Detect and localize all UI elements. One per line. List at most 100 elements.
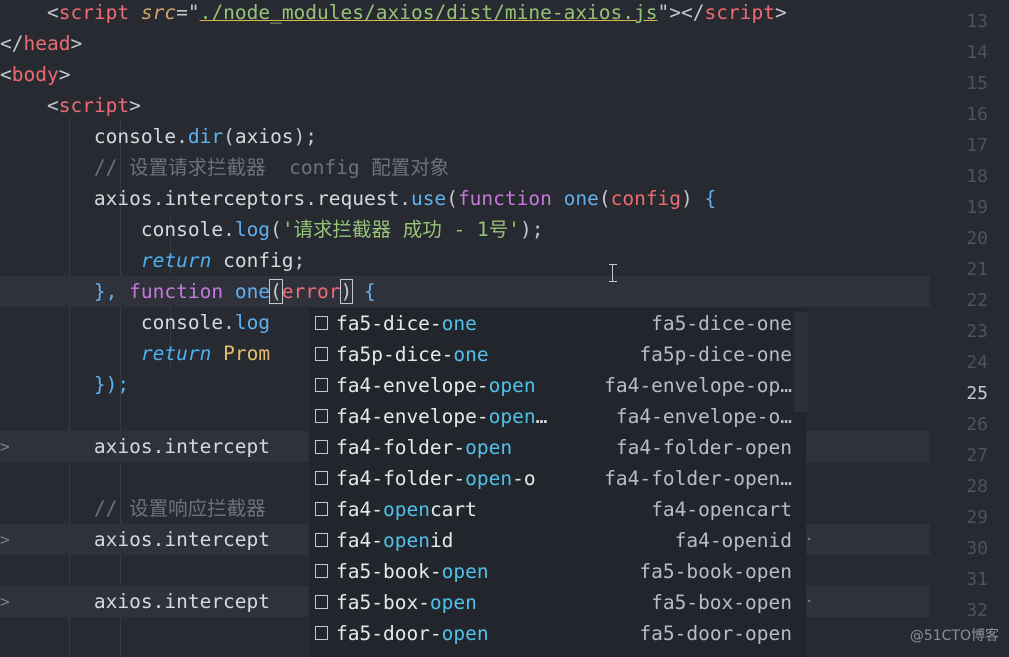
- line-number: 28: [966, 476, 988, 497]
- code-line-13[interactable]: <script src="./node_modules/axios/dist/m…: [0, 0, 930, 28]
- code-comment: // 设置请求拦截器 config 配置对象: [93, 156, 450, 179]
- identifier: axios: [93, 187, 153, 210]
- punctuation: );: [293, 125, 318, 148]
- fold-toggle-icon[interactable]: >: [0, 431, 12, 462]
- line-number: 14: [966, 42, 988, 63]
- line-number: 20: [966, 228, 988, 249]
- suggestion-item[interactable]: fa4-envelope-open fa4-envelope-op…: [309, 370, 806, 401]
- code-comment: // 设置响应拦截器: [93, 497, 266, 520]
- text-cursor-icon: [609, 264, 617, 282]
- suggestion-label: fa4-folder-open-o: [336, 463, 536, 494]
- suggestion-label: fa4-openid: [336, 525, 453, 556]
- suggestion-item[interactable]: fa4-openid fa4-openid ·: [309, 525, 813, 556]
- punctuation: .: [152, 187, 165, 210]
- line-number: 29: [966, 507, 988, 528]
- punctuation: >: [70, 32, 83, 55]
- suggestion-item[interactable]: fa4-folder-open fa4-folder-open: [309, 432, 806, 463]
- suggestion-item[interactable]: fa4-envelope-open… fa4-envelope-o…: [309, 401, 806, 432]
- code-line-20[interactable]: console.log('请求拦截器 成功 - 1号');: [0, 214, 930, 245]
- suggestion-label: fa5-book-open: [336, 556, 489, 587]
- label-suffix: cart: [429, 498, 477, 521]
- code-line-17[interactable]: console.dir(axios);: [0, 121, 930, 152]
- autocomplete-suggestions[interactable]: fa5-dice-one fa5-dice-one fa5p-dice-one fa5…: [309, 308, 813, 657]
- html-attribute: src: [140, 1, 177, 24]
- suggestion-detail: fa5-dice-one: [651, 312, 792, 335]
- html-tag: head: [23, 32, 71, 55]
- suggestion-label: fa4-envelope-open…: [336, 401, 547, 432]
- keyword: function: [129, 280, 224, 303]
- matched-bracket: (: [269, 279, 283, 304]
- punctuation: >: [58, 63, 71, 86]
- line-number: 23: [966, 321, 988, 342]
- snippet-icon: [315, 471, 328, 485]
- code-line-22[interactable]: }, function one(error) {: [0, 276, 930, 307]
- keyword: return: [140, 342, 212, 365]
- punctuation: >: [669, 1, 682, 24]
- suggestions-scrollbar[interactable]: [794, 312, 808, 412]
- label-match-highlight: one: [441, 312, 477, 335]
- suggestion-label: fa5-box-open: [336, 587, 477, 618]
- suggestion-detail: fa5-box-open: [651, 591, 792, 614]
- label-suffix: id: [429, 529, 454, 552]
- snippet-icon: [315, 502, 328, 516]
- punctuation: </: [0, 32, 24, 55]
- suggestion-item[interactable]: fa5-dice-one fa5-dice-one: [309, 308, 806, 339]
- label-match-highlight: open: [382, 498, 430, 521]
- line-number: 18: [966, 166, 988, 187]
- punctuation: =": [176, 1, 200, 24]
- label-prefix: fa4-: [336, 529, 383, 552]
- method-name: dir: [187, 125, 224, 148]
- line-number: 24: [966, 352, 988, 373]
- identifier: axios.intercept: [93, 590, 271, 613]
- parameter: config: [610, 187, 682, 210]
- suggestion-item[interactable]: fa4-folder-open-o fa4-folder-open…: [309, 463, 806, 494]
- punctuation: (: [270, 218, 282, 241]
- suggestion-item[interactable]: fa5p-dice-one fa5p-dice-one: [309, 339, 806, 370]
- suggestion-item[interactable]: fa5-door-open fa5-door-open: [309, 618, 806, 649]
- suggestion-item[interactable]: fa5-book-open fa5-book-open: [309, 556, 806, 587]
- code-line-18[interactable]: // 设置请求拦截器 config 配置对象: [0, 152, 930, 183]
- identifier: console: [140, 218, 224, 241]
- suggestion-item[interactable]: fa4-opencart fa4-opencart: [309, 494, 806, 525]
- punctuation: ": [657, 1, 670, 24]
- fold-toggle-icon[interactable]: >: [0, 524, 12, 555]
- label-match-highlight: open: [441, 622, 489, 645]
- suggestion-label: fa5-dice-one: [336, 308, 477, 339]
- line-number: 26: [966, 414, 988, 435]
- code-editor[interactable]: <script src="./node_modules/axios/dist/m…: [0, 0, 1009, 657]
- line-number: 22: [966, 290, 988, 311]
- punctuation: {: [352, 280, 376, 303]
- line-number: 13: [966, 11, 988, 32]
- keyword: function: [457, 187, 552, 210]
- label-prefix: fa4-folder-: [336, 436, 466, 459]
- suggestion-detail: fa5p-dice-one: [639, 343, 792, 366]
- suggestion-detail: fa4-folder-open…: [604, 467, 792, 490]
- label-prefix: fa4-envelope-: [336, 374, 489, 397]
- line-number: 31: [966, 569, 988, 590]
- code-line-15[interactable]: <body>: [0, 59, 930, 90]
- code-line-21[interactable]: return config;: [0, 245, 930, 276]
- line-number: 27: [966, 445, 988, 466]
- label-match-highlight: open: [382, 529, 430, 552]
- punctuation: (: [223, 125, 235, 148]
- code-line-16[interactable]: <script>: [0, 90, 930, 121]
- punctuation: </: [681, 1, 705, 24]
- suggestion-detail: fa4-opencart: [651, 498, 792, 521]
- suggestion-detail: fa4-openid: [674, 529, 792, 552]
- code-line-14[interactable]: </head>: [0, 28, 930, 59]
- string-literal: '请求拦截器 成功 - 1号': [281, 218, 520, 241]
- label-prefix: fa5-door-: [336, 622, 442, 645]
- suggestion-item[interactable]: fa5-box-open fa5-box-open ·: [309, 587, 813, 618]
- punctuation: >: [129, 94, 141, 117]
- suggestion-dot: ·: [805, 594, 814, 610]
- code-line-19[interactable]: axios.interceptors.request.use(function …: [0, 183, 930, 214]
- fold-toggle-icon[interactable]: >: [0, 586, 12, 617]
- label-match-highlight: open: [488, 374, 536, 397]
- suggestion-label: fa5-door-open: [336, 618, 489, 649]
